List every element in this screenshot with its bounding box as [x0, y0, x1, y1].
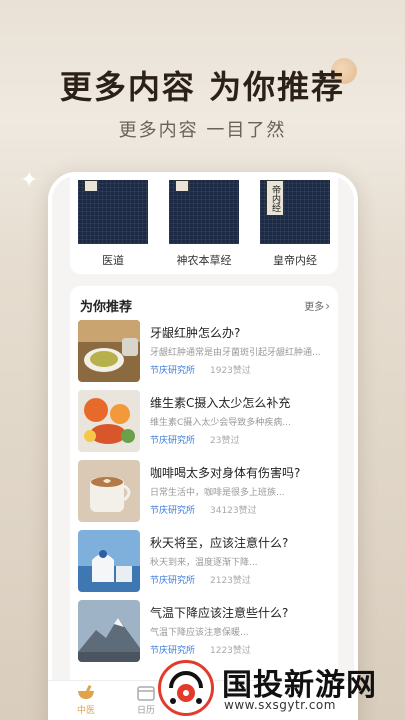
sparkle-icon: ✦ [20, 168, 39, 193]
chevron-right-icon: › [325, 299, 330, 313]
site-watermark: 国投新游网 www.sxsgytr.com [150, 656, 405, 720]
item-desc: 日常生活中，咖啡是很多上班族... [150, 488, 285, 498]
recommend-card: 为你推荐 更多› 牙龈红肿怎么办? 牙龈红肿通常是由牙菌斑引起牙龈红肿通... … [70, 286, 338, 720]
book-label[interactable]: 皇帝内经 [250, 252, 340, 268]
item-likes: 1923赞过 [210, 366, 251, 376]
item-title: 秋天将至，应该注意什么? [150, 536, 289, 550]
coffee-thumbnail [78, 460, 140, 522]
item-author[interactable]: 节庆研究所 [150, 363, 195, 376]
item-author[interactable]: 节庆研究所 [150, 433, 195, 446]
item-author[interactable]: 节庆研究所 [150, 643, 195, 656]
item-likes: 1223赞过 [210, 646, 251, 656]
books-card: 医道 神农本草经 帝内经 皇帝内经 [70, 176, 338, 274]
item-likes: 34123赞过 [210, 506, 257, 516]
watermark-logo [158, 660, 214, 716]
book-cover[interactable] [169, 180, 239, 244]
list-item[interactable]: 牙龈红肿怎么办? 牙龈红肿通常是由牙菌斑引起牙龈红肿通... 节庆研究所 192… [78, 320, 334, 382]
list-item[interactable]: 咖啡喝太多对身体有伤害吗? 日常生活中，咖啡是很多上班族... 节庆研究所 34… [78, 460, 334, 522]
item-desc: 牙龈红肿通常是由牙菌斑引起牙龈红肿通... [150, 348, 321, 358]
list-item[interactable]: 秋天将至，应该注意什么? 秋天到来，温度逐渐下降... 节庆研究所 2123赞过 [78, 530, 334, 592]
item-likes: 2123赞过 [210, 576, 251, 586]
item-desc: 秋天到来，温度逐渐下降... [150, 558, 258, 568]
book-title-tag [175, 180, 189, 192]
item-title: 维生素C摄入太少怎么补充 [150, 396, 291, 410]
mountain-thumbnail [78, 600, 140, 662]
item-title: 咖啡喝太多对身体有伤害吗? [150, 466, 301, 480]
list-item[interactable]: 气温下降应该注意些什么? 气温下降应该注意保暖... 节庆研究所 1223赞过 [78, 600, 334, 662]
fruit-thumbnail [78, 390, 140, 452]
seaside-thumbnail [78, 530, 140, 592]
item-author[interactable]: 节庆研究所 [150, 573, 195, 586]
watermark-url: www.sxsgytr.com [224, 698, 336, 712]
tea-thumbnail [78, 320, 140, 382]
tab-chinese-medicine[interactable]: 中医 [66, 685, 106, 716]
book-title-tag: 帝内经 [266, 180, 284, 216]
item-likes: 23赞过 [210, 436, 240, 446]
hero-subtitle: 更多内容 一目了然 [118, 120, 287, 141]
list-item[interactable]: 维生素C摄入太少怎么补充 维生素C摄入太少会导致多种疾病... 节庆研究所 23… [78, 390, 334, 452]
item-title: 气温下降应该注意些什么? [150, 606, 289, 620]
book-cover[interactable] [78, 180, 148, 244]
item-desc: 气温下降应该注意保暖... [150, 628, 249, 638]
more-link[interactable]: 更多› [304, 298, 330, 313]
book-label[interactable]: 神农本草经 [159, 252, 249, 268]
tab-label: 中医 [76, 706, 95, 716]
hero-title: 更多内容 为你推荐 [59, 68, 346, 106]
phone-mockup: 医道 神农本草经 帝内经 皇帝内经 为你推荐 更多› 牙龈红肿怎么办? 牙龈红肿… [48, 172, 358, 720]
item-desc: 维生素C摄入太少会导致多种疾病... [150, 418, 291, 428]
item-title: 牙龈红肿怎么办? [150, 326, 241, 340]
book-cover[interactable]: 帝内经 [260, 180, 330, 244]
book-label[interactable]: 医道 [68, 252, 158, 268]
recommend-header: 为你推荐 [80, 300, 133, 315]
item-author[interactable]: 节庆研究所 [150, 503, 195, 516]
more-label: 更多 [304, 302, 325, 313]
book-title-tag [84, 180, 98, 192]
mortar-icon [78, 685, 94, 699]
